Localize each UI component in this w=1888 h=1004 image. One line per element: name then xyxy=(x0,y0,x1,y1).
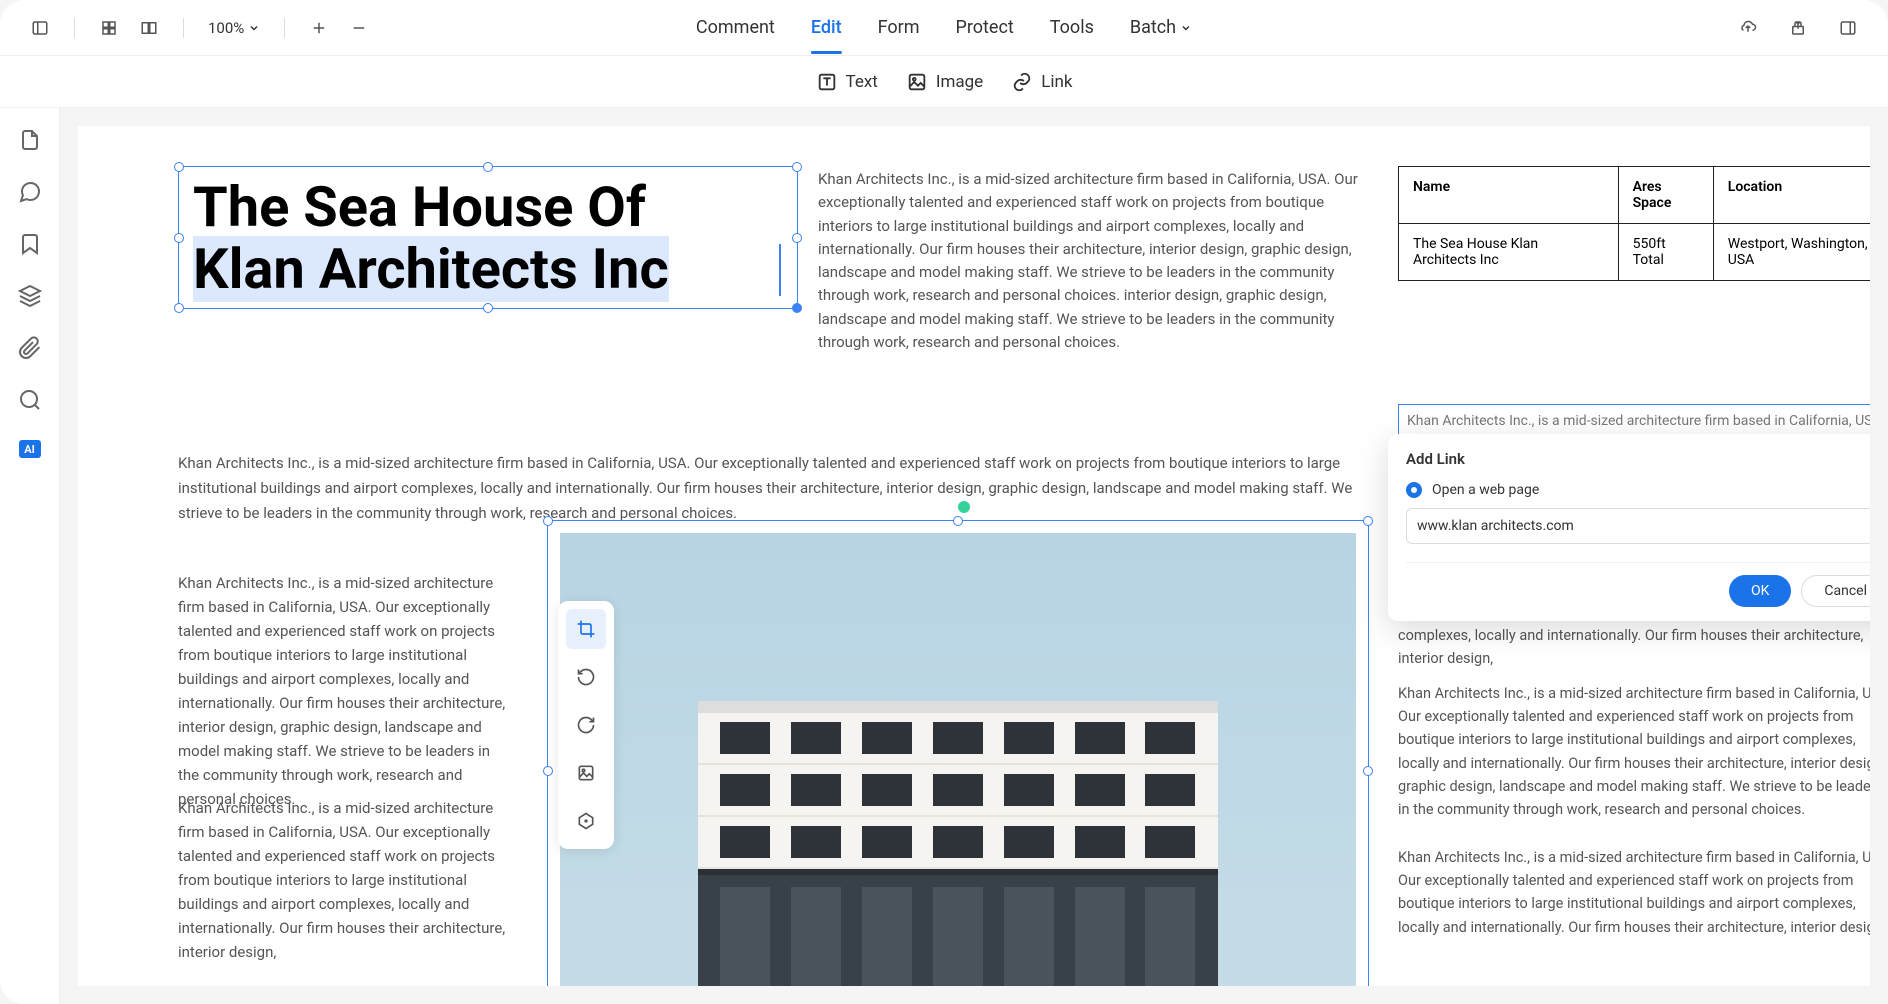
tab-edit[interactable]: Edit xyxy=(811,13,842,42)
add-link-popover: Add Link Open a web page OK Cancel xyxy=(1388,434,1870,621)
insert-link-button[interactable]: Link xyxy=(1011,71,1072,93)
img-resize-handle-ne[interactable] xyxy=(1363,516,1373,526)
search-icon[interactable] xyxy=(18,388,42,412)
resize-handle-sw[interactable] xyxy=(174,303,184,313)
title-line-1: The Sea House Of xyxy=(193,174,646,240)
comment-icon[interactable] xyxy=(18,180,42,204)
th-location: Location xyxy=(1713,167,1870,224)
grid-view-icon[interactable] xyxy=(93,12,125,44)
resize-handle-n[interactable] xyxy=(483,162,493,172)
radio-icon xyxy=(1406,482,1422,498)
rotate-right-button[interactable] xyxy=(566,705,606,745)
zoom-value: 100% xyxy=(208,19,244,37)
resize-handle-s[interactable] xyxy=(483,303,493,313)
zoom-out-icon[interactable] xyxy=(343,12,375,44)
url-input[interactable] xyxy=(1406,508,1870,544)
image-options-button[interactable] xyxy=(566,801,606,841)
bookmark-icon[interactable] xyxy=(18,232,42,256)
body-text-top: Khan Architects Inc., is a mid-sized arc… xyxy=(818,168,1358,354)
panel-right-icon[interactable] xyxy=(1832,12,1864,44)
right-text-2: Khan Architects Inc., is a mid-sized arc… xyxy=(1398,682,1870,821)
document-page: The Sea House Of Klan Architects Inc Kha… xyxy=(78,126,1870,986)
resize-handle-ne[interactable] xyxy=(792,162,802,172)
layers-icon[interactable] xyxy=(18,284,42,308)
right-text-3: Khan Architects Inc., is a mid-sized arc… xyxy=(1398,846,1870,939)
resize-handle-se[interactable] xyxy=(792,303,802,313)
divider xyxy=(284,18,285,38)
tab-form[interactable]: Form xyxy=(878,13,920,42)
pages-icon[interactable] xyxy=(18,128,42,152)
info-table: Name Ares Space Location The Sea House K… xyxy=(1398,166,1870,281)
img-resize-handle-w[interactable] xyxy=(543,766,553,776)
title-text-block[interactable]: The Sea House Of Klan Architects Inc xyxy=(178,166,798,309)
zoom-dropdown[interactable]: 100% xyxy=(202,19,266,37)
sidebar: AI xyxy=(0,108,60,1004)
ai-button[interactable]: AI xyxy=(19,440,41,458)
popover-title: Add Link xyxy=(1406,450,1870,468)
rotate-handle[interactable] xyxy=(958,501,970,513)
td-name: The Sea House Klan Architects Inc xyxy=(1399,224,1619,281)
text-cursor xyxy=(779,244,781,296)
zoom-in-icon[interactable] xyxy=(303,12,335,44)
ok-button[interactable]: OK xyxy=(1729,575,1791,607)
radio-open-web-page[interactable]: Open a web page xyxy=(1406,482,1870,498)
divider xyxy=(74,18,75,38)
th-area: Ares Space xyxy=(1618,167,1713,224)
tab-batch-label: Batch xyxy=(1130,17,1176,38)
resize-handle-e[interactable] xyxy=(792,233,802,243)
share-icon[interactable] xyxy=(1782,12,1814,44)
img-resize-handle-nw[interactable] xyxy=(543,516,553,526)
rotate-left-button[interactable] xyxy=(566,657,606,697)
insert-image-label: Image xyxy=(936,72,983,92)
img-resize-handle-e[interactable] xyxy=(1363,766,1373,776)
resize-handle-nw[interactable] xyxy=(174,162,184,172)
cloud-upload-icon[interactable] xyxy=(1732,12,1764,44)
resize-handle-w[interactable] xyxy=(174,233,184,243)
panel-toggle-icon[interactable] xyxy=(24,12,56,44)
td-area: 550ft Total xyxy=(1618,224,1713,281)
image-block[interactable] xyxy=(548,521,1368,986)
td-location: Westport, Washington, USA xyxy=(1713,224,1870,281)
divider xyxy=(183,18,184,38)
insert-text-button[interactable]: Text xyxy=(816,71,878,93)
body-text-left-2: Khan Architects Inc., is a mid-sized arc… xyxy=(178,796,508,964)
replace-image-button[interactable] xyxy=(566,753,606,793)
attachment-icon[interactable] xyxy=(18,336,42,360)
th-name: Name xyxy=(1399,167,1619,224)
tab-tools[interactable]: Tools xyxy=(1050,13,1094,42)
two-page-view-icon[interactable] xyxy=(133,12,165,44)
tab-protect[interactable]: Protect xyxy=(955,13,1013,42)
insert-link-label: Link xyxy=(1041,72,1072,92)
insert-image-button[interactable]: Image xyxy=(906,71,983,93)
title-line-2: Klan Architects Inc xyxy=(193,236,669,302)
body-text-mid: Khan Architects Inc., is a mid-sized arc… xyxy=(178,451,1358,525)
image-toolbar xyxy=(558,601,614,849)
tab-comment[interactable]: Comment xyxy=(696,13,775,42)
body-text-left-1: Khan Architects Inc., is a mid-sized arc… xyxy=(178,571,508,811)
tab-batch[interactable]: Batch xyxy=(1130,13,1192,42)
insert-text-label: Text xyxy=(846,72,878,92)
radio-label: Open a web page xyxy=(1432,482,1539,498)
crop-button[interactable] xyxy=(566,609,606,649)
cancel-button[interactable]: Cancel xyxy=(1801,575,1870,607)
img-resize-handle-n[interactable] xyxy=(953,516,963,526)
right-text-1: complexes, locally and internationally. … xyxy=(1398,624,1870,670)
